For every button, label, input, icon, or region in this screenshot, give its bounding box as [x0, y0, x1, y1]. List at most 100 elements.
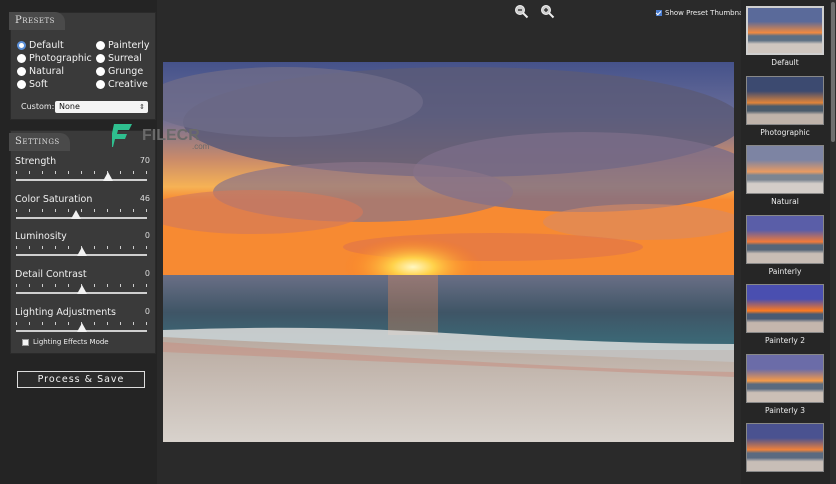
slider-value: 46	[139, 194, 150, 203]
slider-tick	[29, 246, 30, 249]
preset-thumbnail[interactable]: Natural	[746, 145, 824, 206]
preset-radio-painterly[interactable]: Painterly	[96, 40, 150, 51]
radio-button[interactable]	[17, 67, 26, 76]
slider-tick	[42, 322, 43, 325]
slider-track[interactable]	[16, 179, 147, 181]
preset-radio-default[interactable]: Default	[17, 40, 64, 51]
slider-tick	[107, 246, 108, 249]
thumbnail-label: Natural	[771, 197, 799, 206]
preset-option-label: Soft	[29, 79, 48, 90]
radio-button[interactable]	[96, 80, 105, 89]
slider-tick	[94, 209, 95, 212]
slider-thumb[interactable]	[76, 285, 87, 294]
slider-tick	[68, 171, 69, 174]
slider-tick	[146, 246, 147, 249]
preset-option-label: Default	[29, 40, 64, 51]
preset-radio-photographic[interactable]: Photographic	[17, 53, 92, 64]
thumbnail-image[interactable]	[746, 6, 824, 55]
slider-tick	[42, 209, 43, 212]
preset-radio-soft[interactable]: Soft	[17, 79, 48, 90]
thumbnail-label: Painterly 2	[765, 336, 805, 345]
radio-button[interactable]	[17, 41, 26, 50]
slider-tick	[29, 171, 30, 174]
slider-tick	[55, 322, 56, 325]
show-thumbnails-checkbox[interactable]	[656, 10, 662, 16]
radio-button[interactable]	[96, 54, 105, 63]
thumbnail-image[interactable]	[746, 284, 824, 333]
lighting-effects-label: Lighting Effects Mode	[33, 338, 109, 346]
preset-radio-natural[interactable]: Natural	[17, 66, 64, 77]
preset-thumbnail[interactable]: Painterly 2	[746, 284, 824, 345]
slider-tick	[133, 284, 134, 287]
show-thumbnails-toggle[interactable]: Show Preset Thumbnails	[656, 9, 751, 17]
radio-button[interactable]	[96, 41, 105, 50]
scrollbar-thumb[interactable]	[831, 2, 835, 142]
slider-tick	[55, 209, 56, 212]
slider-label: Strength	[15, 156, 57, 167]
photo-preview[interactable]	[163, 62, 734, 442]
slider-tick	[16, 322, 17, 325]
slider-tick	[42, 284, 43, 287]
svg-text:.com: .com	[192, 142, 210, 151]
slider-tick	[42, 246, 43, 249]
preset-thumbnail[interactable]: Photographic	[746, 75, 824, 137]
lighting-effects-toggle[interactable]: Lighting Effects Mode	[22, 338, 109, 346]
preset-thumbnail[interactable]: Default	[746, 6, 824, 67]
thumbnail-label: Default	[771, 58, 799, 67]
thumbnail-image[interactable]	[746, 214, 824, 264]
slider-label: Detail Contrast	[15, 269, 87, 280]
preset-radio-creative[interactable]: Creative	[96, 79, 148, 90]
zoom-out-icon[interactable]	[514, 4, 529, 19]
preset-thumbnail[interactable]: Painterly 3	[746, 353, 824, 415]
thumbnail-image[interactable]	[746, 353, 824, 403]
slider-tick	[120, 209, 121, 212]
slider-value: 0	[144, 269, 150, 278]
slider-label: Color Saturation	[15, 194, 93, 205]
thumbnails-scrollbar[interactable]	[830, 0, 836, 484]
slider-tick	[29, 209, 30, 212]
thumbnail-image[interactable]	[746, 145, 824, 194]
slider-tick	[68, 209, 69, 212]
slider-tick	[133, 209, 134, 212]
preset-option-label: Creative	[108, 79, 148, 90]
slider-tick	[120, 171, 121, 174]
zoom-in-icon[interactable]	[540, 4, 555, 19]
slider-tick	[16, 209, 17, 212]
slider-tick	[94, 284, 95, 287]
slider-thumb[interactable]	[102, 172, 113, 181]
select-arrows-icon: ⇕	[139, 103, 145, 111]
slider-value: 70	[139, 156, 150, 165]
slider-thumb[interactable]	[76, 247, 87, 256]
slider-thumb[interactable]	[76, 323, 87, 332]
slider-tick	[55, 171, 56, 174]
radio-button[interactable]	[96, 67, 105, 76]
slider-track[interactable]	[16, 217, 147, 219]
slider-tick	[94, 171, 95, 174]
slider-label: Lighting Adjustments	[15, 307, 116, 318]
lighting-effects-checkbox[interactable]	[22, 338, 29, 346]
preset-thumbnail[interactable]: Painterly	[746, 214, 824, 276]
preset-option-label: Natural	[29, 66, 65, 77]
radio-button[interactable]	[17, 54, 26, 63]
slider-tick	[42, 171, 43, 174]
slider-tick	[29, 284, 30, 287]
slider-value: 0	[144, 307, 150, 316]
custom-preset-label: Custom:	[21, 102, 55, 111]
slider-tick	[29, 322, 30, 325]
preset-radio-surreal[interactable]: Surreal	[96, 53, 142, 64]
slider-tick	[107, 322, 108, 325]
thumbnail-image[interactable]	[746, 423, 824, 472]
radio-button[interactable]	[17, 80, 26, 89]
show-thumbnails-label: Show Preset Thumbnails	[665, 9, 751, 17]
preset-radio-grunge[interactable]: Grunge	[96, 66, 143, 77]
preset-thumbnail[interactable]	[746, 423, 824, 475]
custom-preset-select[interactable]: None ⇕	[55, 101, 148, 113]
thumbnail-image[interactable]	[746, 75, 824, 125]
thumbnail-label: Painterly 3	[765, 405, 805, 415]
custom-preset-value: None	[59, 102, 80, 111]
slider-thumb[interactable]	[71, 210, 82, 219]
process-save-button[interactable]: Process & Save	[17, 371, 145, 388]
preset-option-label: Surreal	[108, 53, 142, 64]
slider-tick	[68, 246, 69, 249]
slider-tick	[107, 284, 108, 287]
